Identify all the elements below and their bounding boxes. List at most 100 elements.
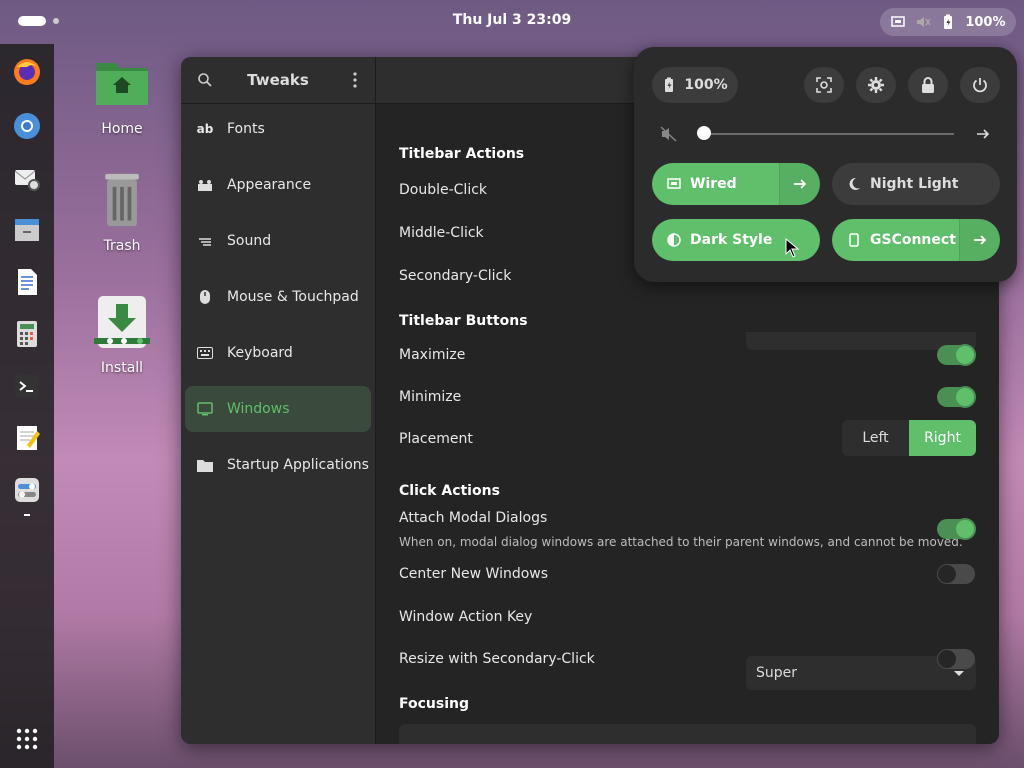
menu-icon[interactable] [353,72,357,88]
gsconnect-toggle[interactable]: GSConnect [832,219,1000,261]
toggle-knob [938,650,956,668]
mouse-cursor-icon [785,238,799,258]
sidebar-item-startup-applications[interactable]: Startup Applications [185,442,371,488]
resize-secondary-toggle[interactable] [937,649,975,669]
wired-toggle[interactable]: Wired [652,163,820,205]
secondary-click-label: Secondary-Click [399,268,512,284]
network-wired-icon [891,16,906,27]
desktop-trash-label: Trash [103,238,141,254]
volume-muted-icon [917,17,931,27]
attach-modal-toggle[interactable] [937,519,975,539]
appearance-icon [197,177,213,193]
install-icon [94,296,150,348]
focusing-row[interactable] [399,724,976,744]
screenshot-button[interactable] [804,67,844,103]
resize-secondary-label: Resize with Secondary-Click [399,651,595,667]
system-indicators[interactable]: 100% [880,8,1016,36]
lock-button[interactable] [908,67,948,103]
show-apps-icon[interactable] [16,728,38,750]
arrow-right-icon[interactable] [779,163,820,205]
sidebar-item-label: Sound [227,233,272,249]
gsconnect-label: GSConnect [870,232,956,248]
moon-icon [846,176,862,192]
middle-click-label: Middle-Click [399,225,484,241]
keyboard-icon [197,345,213,361]
sidebar-item-appearance[interactable]: Appearance [185,162,371,208]
sidebar-item-label: Startup Applications [227,457,369,473]
volume-muted-icon [660,126,677,142]
placement-right-button[interactable]: Right [909,420,976,456]
arrow-right-icon[interactable] [976,127,990,141]
home-folder-icon [96,63,148,105]
mail-icon[interactable] [11,162,43,194]
sidebar-header: Tweaks [181,57,375,104]
phone-icon [846,232,862,248]
minimize-toggle[interactable] [937,387,975,407]
volume-slider[interactable] [700,133,954,135]
maximize-toggle[interactable] [937,345,975,365]
clock[interactable]: Thu Jul 3 23:09 [0,12,1024,28]
chevron-down-icon [954,671,964,676]
writer-icon[interactable] [11,266,43,298]
arrow-right-icon[interactable] [959,219,1000,261]
night-light-toggle[interactable]: Night Light [832,163,1000,205]
sidebar-item-sound[interactable]: Sound [185,218,371,264]
placement-left-button[interactable]: Left [842,420,909,456]
window-action-key-label: Window Action Key [399,609,533,625]
sidebar-item-windows[interactable]: Windows [185,386,371,432]
sidebar-item-label: Windows [227,401,290,417]
section-titlebar-buttons: Titlebar Buttons [399,313,528,329]
folder-icon [197,457,213,473]
network-wired-icon [666,176,682,192]
sound-icon [197,233,213,249]
battery-percentage: 100% [965,14,1006,30]
window-action-key-value: Super [756,665,798,681]
volume-slider-knob[interactable] [697,126,711,140]
desktop-install[interactable]: Install [82,294,162,376]
calculator-icon[interactable] [11,318,43,350]
files-cabinet-icon[interactable] [11,214,43,246]
sidebar-item-mouse-touchpad[interactable]: Mouse & Touchpad [185,274,371,320]
section-click-actions: Click Actions [399,483,500,499]
tweaks-icon[interactable] [11,474,43,506]
center-new-windows-label: Center New Windows [399,566,549,582]
minimize-label: Minimize [399,389,462,405]
desktop-trash[interactable]: Trash [82,172,162,254]
text-editor-icon[interactable] [11,422,43,454]
fonts-icon: ab [196,122,214,136]
battery-button[interactable]: 100% [652,67,738,103]
sidebar-item-fonts[interactable]: ab Fonts [185,106,371,152]
chromium-icon[interactable] [11,110,43,142]
terminal-icon[interactable] [11,370,43,402]
mouse-icon [197,289,213,305]
dock [0,44,54,768]
battery-icon [944,14,953,29]
top-bar: Thu Jul 3 23:09 100% [0,0,1024,42]
firefox-icon[interactable] [11,56,43,88]
settings-button[interactable] [856,67,896,103]
running-indicator [24,514,30,516]
attach-modal-description: When on, modal dialog windows are attach… [399,535,963,549]
sidebar-item-keyboard[interactable]: Keyboard [185,330,371,376]
center-new-windows-toggle[interactable] [937,564,975,584]
toggle-knob [938,565,956,583]
desktop-home[interactable]: Home [82,55,162,137]
battery-label: 100% [684,77,728,93]
sidebar-item-label: Fonts [227,121,265,137]
battery-icon [665,77,674,92]
sidebar-item-label: Mouse & Touchpad [227,289,359,305]
sidebar-title: Tweaks [247,71,309,89]
placement-label: Placement [399,431,473,447]
windows-icon [197,401,213,417]
night-light-label: Night Light [870,176,959,192]
quick-settings-menu: 100% Wired Night Light Dark Style GSConn… [634,47,1017,282]
dark-style-label: Dark Style [690,232,773,248]
section-focusing: Focusing [399,696,469,712]
trash-icon [105,173,139,227]
sidebar: Tweaks ab Fonts Appearance Sound Mouse &… [181,57,376,744]
sidebar-item-label: Keyboard [227,345,293,361]
power-button[interactable] [960,67,1000,103]
screenshot-icon [816,77,832,93]
toggle-knob [956,520,974,538]
toggle-knob [956,388,974,406]
